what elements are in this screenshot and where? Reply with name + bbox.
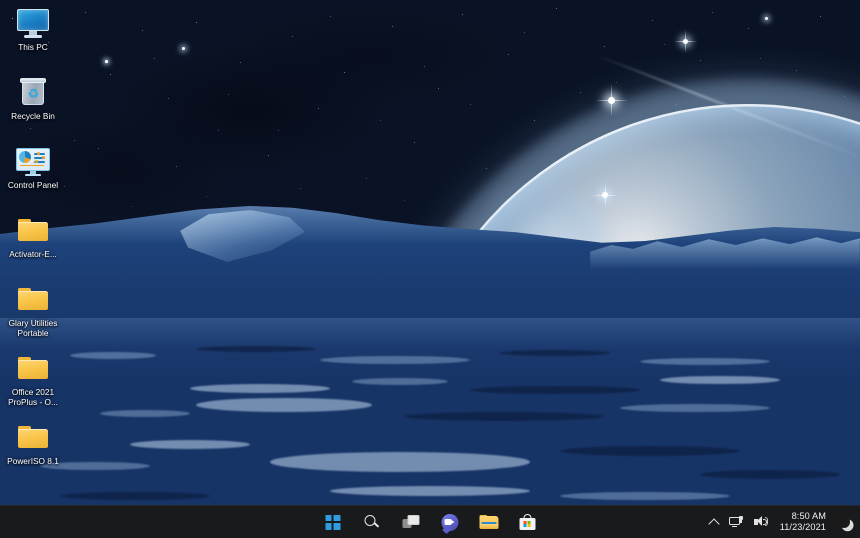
folder-icon [16, 351, 50, 385]
desktop-icon-recycle-bin[interactable]: ♻ Recycle Bin [0, 75, 66, 122]
clock-date: 11/23/2021 [779, 522, 826, 532]
desktop-icon-this-pc[interactable]: This PC [0, 6, 66, 53]
chevron-up-icon [709, 517, 719, 527]
folder-icon [16, 282, 50, 316]
desktop-icon-label: Glary Utilities Portable [8, 318, 58, 338]
desktop-icon-control-panel[interactable]: Control Panel [0, 144, 66, 191]
bright-star [105, 60, 108, 63]
show-hidden-icons-button[interactable] [704, 509, 724, 536]
volume-button[interactable] [749, 509, 774, 536]
folder-icon [479, 514, 498, 530]
clock-time: 8:50 AM [791, 511, 826, 521]
desktop-icon-label: Recycle Bin [11, 111, 55, 121]
taskbar-center-group [319, 506, 542, 538]
search-button[interactable] [358, 509, 386, 536]
start-button[interactable] [319, 509, 347, 536]
desktop-icon-poweriso[interactable]: PowerISO 8.1 [0, 420, 66, 467]
store-icon [519, 514, 536, 530]
network-icon [728, 515, 744, 529]
file-explorer-button[interactable] [475, 509, 503, 536]
control-panel-icon [16, 144, 50, 178]
desktop-wallpaper [0, 0, 860, 538]
task-view-button[interactable] [397, 509, 425, 536]
monitor-icon [16, 6, 50, 40]
chat-button[interactable] [436, 509, 464, 536]
desktop-icon-label: Office 2021 ProPlus - O... [8, 387, 58, 407]
bright-star [591, 181, 619, 209]
desktop-icon-glary-utilities[interactable]: Glary Utilities Portable [0, 282, 66, 338]
store-button[interactable] [514, 509, 542, 536]
folder-icon [16, 420, 50, 454]
bright-star [674, 30, 697, 53]
network-button[interactable] [724, 509, 749, 536]
desktop-icon-label: This PC [18, 42, 48, 52]
desktop-icon-label: Control Panel [7, 180, 59, 190]
desktop[interactable]: This PC ♻ Recycle Bin Control Panel Acti… [0, 0, 860, 538]
volume-icon [753, 516, 769, 529]
system-tray: 8:50 AM 11/23/2021 [704, 506, 856, 538]
clock-button[interactable]: 8:50 AM 11/23/2021 [774, 511, 833, 533]
bright-star [595, 84, 628, 117]
task-view-icon [402, 515, 419, 529]
folder-icon [16, 213, 50, 247]
recycle-bin-icon: ♻ [16, 75, 50, 109]
taskbar[interactable]: 8:50 AM 11/23/2021 [0, 505, 860, 538]
chat-icon [441, 513, 458, 531]
desktop-icon-office-2021[interactable]: Office 2021 ProPlus - O... [0, 351, 66, 407]
desktop-icon-label: Activator-E... [9, 249, 57, 259]
desktop-icon-activator[interactable]: Activator-E... [0, 213, 66, 260]
notifications-button[interactable] [833, 509, 856, 536]
bright-star [765, 17, 768, 20]
desktop-icon-label: PowerISO 8.1 [7, 456, 59, 466]
moon-icon [837, 514, 851, 529]
search-icon [364, 514, 379, 530]
windows-logo-icon [325, 514, 340, 530]
